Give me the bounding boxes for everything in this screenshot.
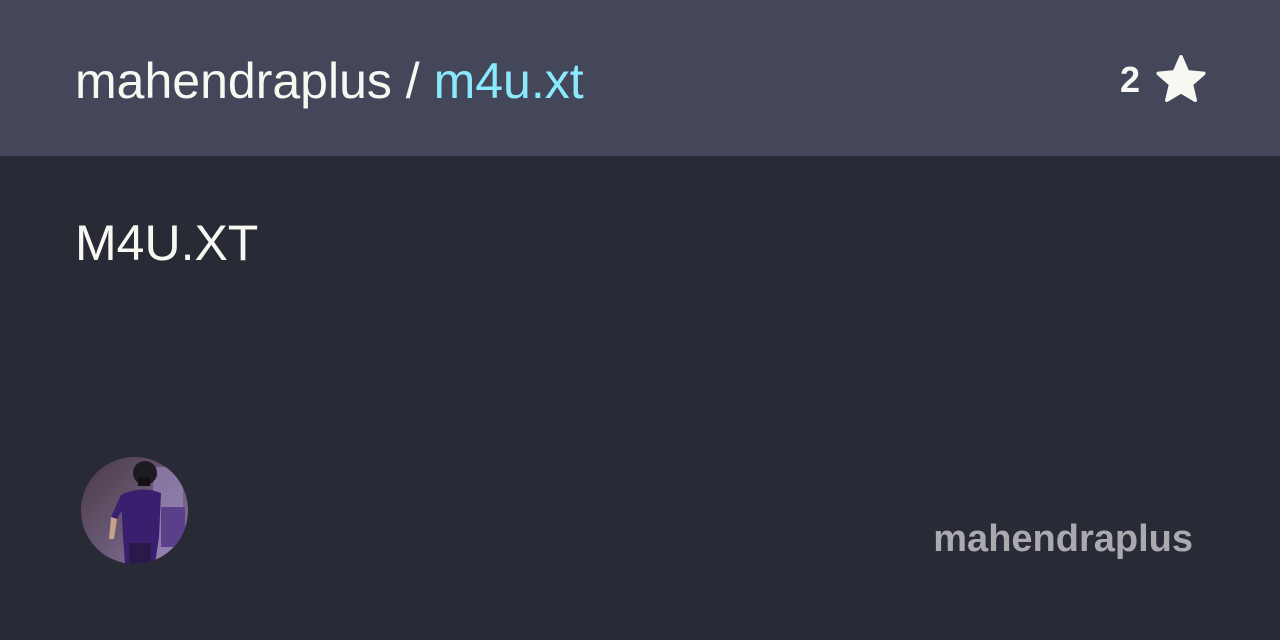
owner-name: mahendraplus — [933, 518, 1193, 560]
repo-name-link[interactable]: m4u.xt — [434, 53, 584, 109]
star-count: 2 — [1119, 59, 1140, 100]
path-separator: / — [391, 53, 434, 109]
avatar[interactable] — [81, 457, 188, 564]
owner-link[interactable]: mahendraplus — [75, 53, 392, 109]
repo-description: M4U.XT — [75, 215, 259, 271]
stars-counter[interactable]: 2 — [1120, 52, 1208, 108]
star-icon — [1154, 54, 1208, 106]
repo-path: mahendraplus / m4u.xt — [75, 50, 584, 112]
header-bar: mahendraplus / m4u.xt 2 — [0, 0, 1280, 156]
